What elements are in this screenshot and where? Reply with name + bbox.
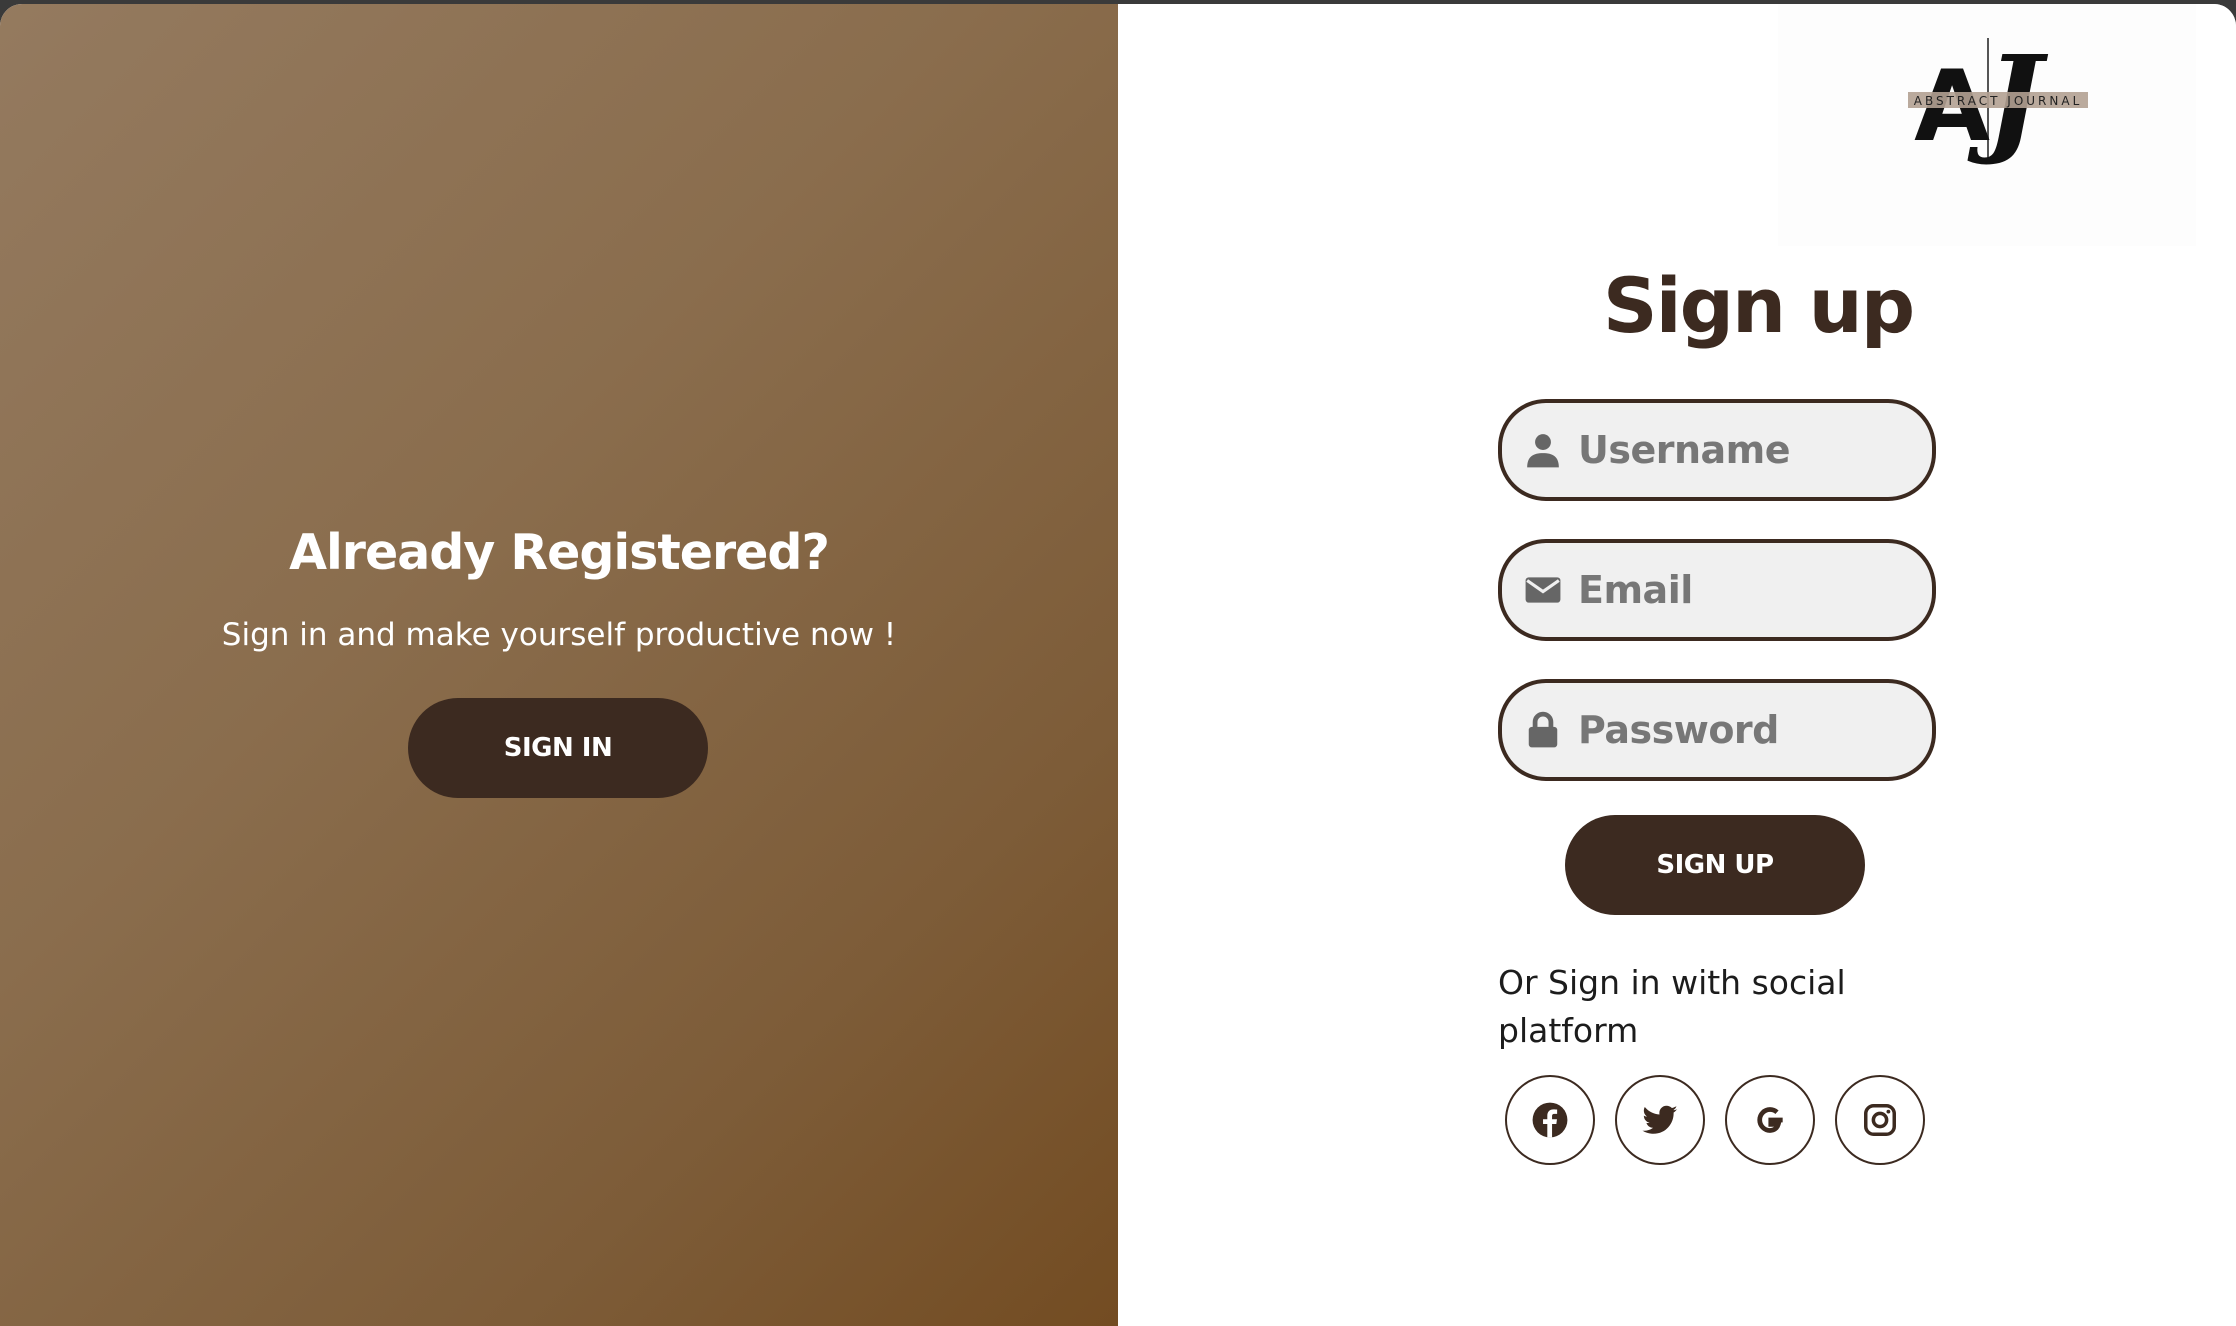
facebook-icon [1532, 1102, 1568, 1138]
brand-logo: A J ABSTRACT JOURNAL [1778, 4, 2196, 246]
password-input[interactable] [1576, 707, 1920, 753]
user-icon [1527, 434, 1559, 468]
twitter-button[interactable] [1615, 1075, 1705, 1165]
instagram-button[interactable] [1835, 1075, 1925, 1165]
social-signin-text: Or Sign in with social platform [1498, 963, 1846, 1050]
email-field [1498, 539, 1936, 641]
facebook-button[interactable] [1505, 1075, 1595, 1165]
app-window: Already Registered? Sign in and make you… [0, 4, 2236, 1326]
sign-in-button[interactable]: SIGN IN [408, 698, 708, 798]
svg-text:ABSTRACT JOURNAL: ABSTRACT JOURNAL [1914, 94, 2083, 108]
welcome-panel: Already Registered? Sign in and make you… [0, 4, 1118, 1326]
signup-panel: A J ABSTRACT JOURNAL Sign up [1118, 4, 2236, 1326]
username-field [1498, 399, 1936, 501]
username-input[interactable] [1576, 427, 1920, 473]
twitter-icon [1642, 1105, 1678, 1134]
envelope-icon [1525, 577, 1561, 603]
google-button[interactable] [1725, 1075, 1815, 1165]
welcome-heading: Already Registered? [289, 524, 830, 581]
password-field [1498, 679, 1936, 781]
welcome-subtext: Sign in and make yourself productive now… [221, 617, 897, 653]
instagram-icon [1864, 1104, 1896, 1136]
lock-icon [1528, 711, 1558, 748]
google-icon [1757, 1107, 1783, 1133]
email-input[interactable] [1576, 567, 1920, 613]
signup-title: Sign up [1602, 261, 1915, 350]
sign-up-button[interactable]: SIGN UP [1565, 815, 1865, 915]
